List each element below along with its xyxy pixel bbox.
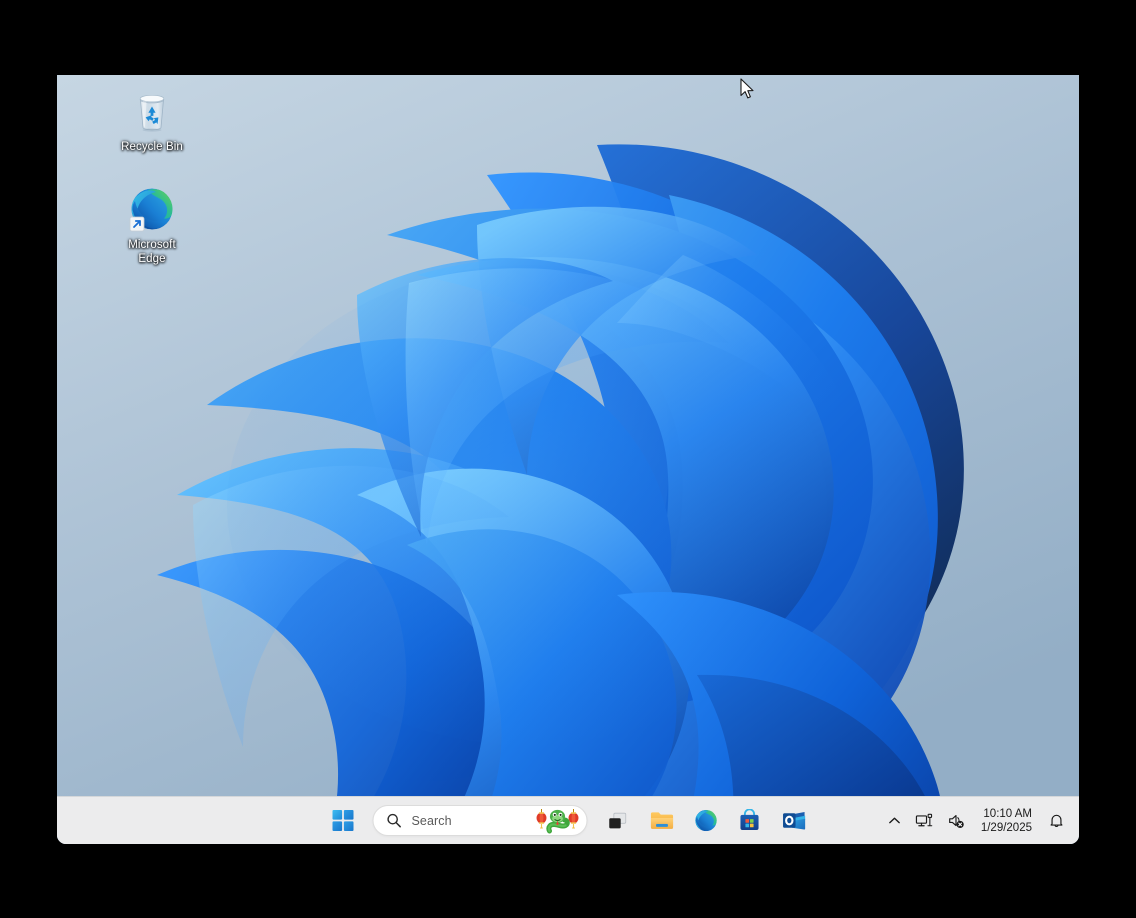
tray-notifications-button[interactable] (1042, 803, 1071, 839)
task-view-icon (607, 810, 629, 832)
taskbar-center-group: Search (323, 797, 814, 844)
desktop-screen: Recycle Bin (57, 75, 1079, 844)
taskbar-item-outlook[interactable] (774, 801, 814, 841)
taskbar-item-file-explorer[interactable] (642, 801, 682, 841)
desktop-wallpaper[interactable] (57, 75, 1079, 844)
bell-icon (1048, 812, 1065, 829)
store-icon (738, 809, 762, 833)
taskbar: Search (57, 796, 1079, 844)
taskbar-clock[interactable]: 10:10 AM 1/29/2025 (973, 807, 1040, 835)
folder-icon (649, 808, 674, 833)
desktop-icon-label: Microsoft Edge (109, 238, 195, 266)
desktop-icon-microsoft-edge[interactable]: Microsoft Edge (109, 185, 195, 266)
start-button[interactable] (323, 801, 363, 841)
system-tray: 10:10 AM 1/29/2025 (882, 797, 1071, 844)
speaker-muted-icon (947, 812, 965, 830)
tray-show-hidden-icons-button[interactable] (882, 803, 907, 839)
tray-volume-button[interactable] (941, 803, 971, 839)
search-icon (387, 813, 402, 828)
desktop-icon-label: Recycle Bin (109, 140, 195, 154)
edge-label-line2: Edge (138, 253, 165, 265)
taskbar-item-microsoft-edge[interactable] (686, 801, 726, 841)
search-box[interactable]: Search (373, 805, 588, 836)
clock-date: 1/29/2025 (981, 821, 1032, 835)
edge-label-line1: Microsoft (128, 239, 176, 251)
clock-time: 10:10 AM (981, 807, 1032, 821)
outlook-icon (781, 808, 806, 833)
taskbar-item-microsoft-store[interactable] (730, 801, 770, 841)
taskbar-item-task-view[interactable] (598, 801, 638, 841)
network-no-internet-icon (915, 812, 933, 830)
shortcut-badge-icon (130, 217, 144, 231)
chevron-up-icon (888, 814, 901, 827)
edge-icon (128, 185, 176, 233)
windows-logo-icon (332, 810, 353, 831)
edge-icon (693, 808, 718, 833)
search-placeholder: Search (412, 814, 535, 828)
lunar-new-year-snake-doodle-icon[interactable] (535, 808, 581, 834)
tray-network-button[interactable] (909, 803, 939, 839)
recycle-bin-icon (128, 87, 176, 135)
desktop-icon-recycle-bin[interactable]: Recycle Bin (109, 87, 195, 154)
